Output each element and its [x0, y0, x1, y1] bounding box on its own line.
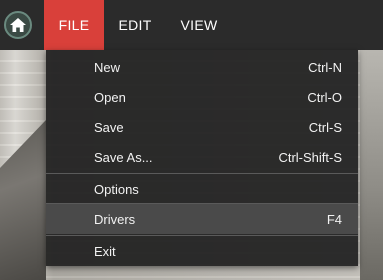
- menu-bar: FILE EDIT VIEW: [0, 0, 383, 50]
- menu-item-label: Open: [94, 89, 126, 105]
- menu-item-options[interactable]: Options: [46, 174, 358, 204]
- file-dropdown-menu: New Ctrl-N Open Ctrl-O Save Ctrl-S Save …: [46, 50, 358, 266]
- menu-item-label: Options: [94, 181, 139, 197]
- tab-edit[interactable]: EDIT: [106, 0, 164, 50]
- menu-item-shortcut: Ctrl-Shift-S: [278, 149, 342, 165]
- menu-item-label: Save As...: [94, 149, 153, 165]
- menu-item-shortcut: Ctrl-O: [307, 89, 342, 105]
- menu-item-shortcut: F4: [326, 211, 342, 227]
- menu-item-new[interactable]: New Ctrl-N: [46, 52, 358, 82]
- menu-item-save-as[interactable]: Save As... Ctrl-Shift-S: [46, 142, 358, 172]
- tab-view[interactable]: VIEW: [166, 0, 232, 50]
- background-edge: [360, 48, 383, 280]
- menu-item-save[interactable]: Save Ctrl-S: [46, 112, 358, 142]
- menu-item-label: Drivers: [94, 211, 136, 227]
- menu-item-shortcut: Ctrl-N: [308, 59, 342, 75]
- home-icon: [10, 18, 26, 32]
- menu-item-label: Exit: [94, 243, 116, 259]
- menu-item-drivers[interactable]: Drivers F4: [46, 204, 358, 234]
- menu-item-exit[interactable]: Exit: [46, 236, 358, 266]
- menu-item-label: New: [94, 59, 121, 75]
- home-button[interactable]: [4, 11, 32, 39]
- menu-item-label: Save: [94, 119, 124, 135]
- menu-item-shortcut: Ctrl-S: [308, 119, 342, 135]
- menu-item-open[interactable]: Open Ctrl-O: [46, 82, 358, 112]
- tab-file[interactable]: FILE: [44, 0, 104, 50]
